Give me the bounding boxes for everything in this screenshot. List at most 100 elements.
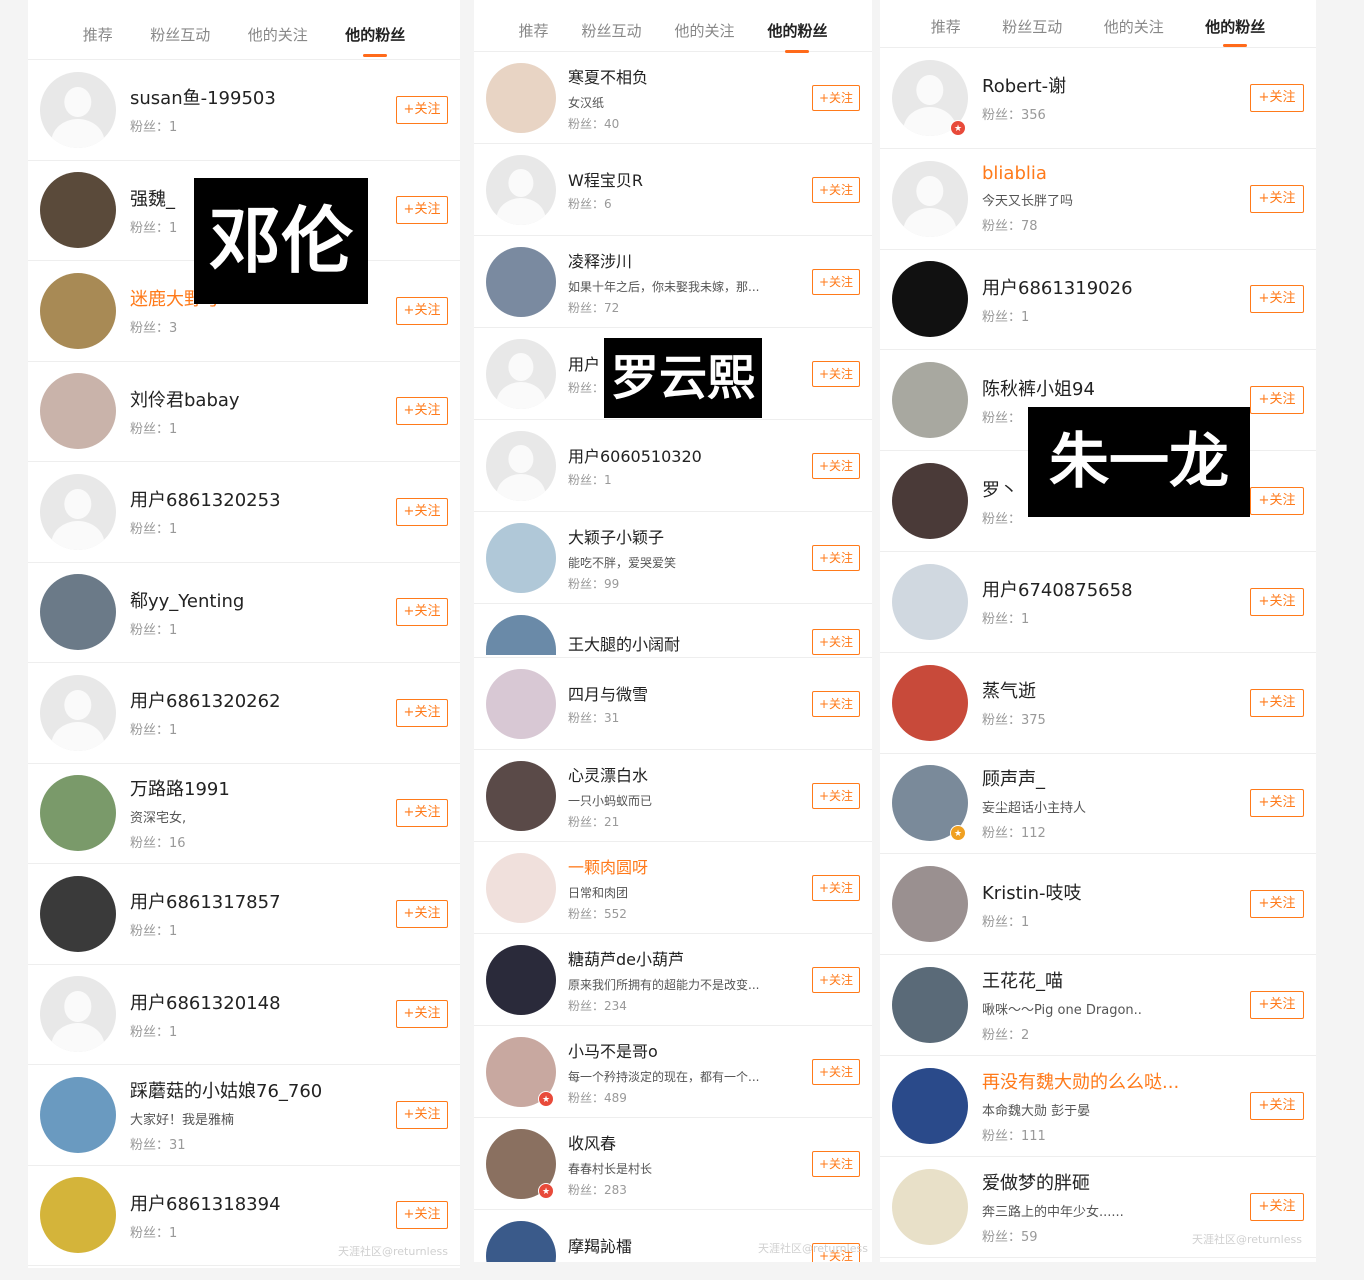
tab-0[interactable]: 推荐 xyxy=(83,14,113,45)
fan-name[interactable]: susan鱼-199503 xyxy=(130,84,388,110)
follow-button[interactable]: +关注 xyxy=(1250,991,1304,1020)
avatar[interactable] xyxy=(486,668,556,739)
follow-button[interactable]: +关注 xyxy=(396,397,448,426)
avatar[interactable] xyxy=(486,246,556,317)
fan-name[interactable]: 万路路1991 xyxy=(130,775,388,801)
fan-row[interactable]: bliablia 今天又长胖了吗 粉丝：78 +关注 xyxy=(880,149,1316,250)
follow-button[interactable]: +关注 xyxy=(396,196,448,225)
fan-row[interactable]: 用户6861320262 粉丝：1 +关注 xyxy=(28,663,460,764)
avatar[interactable] xyxy=(486,852,556,923)
avatar[interactable] xyxy=(40,775,116,852)
avatar[interactable] xyxy=(40,574,116,651)
fan-row[interactable]: 王大腿的小阔耐 +关注 xyxy=(474,604,872,658)
fan-name[interactable]: 一颗肉圆呀 xyxy=(568,854,812,878)
avatar[interactable] xyxy=(40,373,116,450)
tab-1[interactable]: 粉丝互动 xyxy=(150,14,210,45)
follow-button[interactable]: +关注 xyxy=(812,874,860,901)
fan-row[interactable]: susan鱼-199503 粉丝：1 +关注 xyxy=(28,60,460,161)
fan-row[interactable]: 大颖子小颖子 能吃不胖，爱哭爱笑 粉丝：99 +关注 xyxy=(474,512,872,604)
tab-2[interactable]: 他的关注 xyxy=(674,10,734,41)
fan-row[interactable]: 寒夏不相负 女汉纸 粉丝：40 +关注 xyxy=(474,52,872,144)
fan-name[interactable]: W程宝贝R xyxy=(568,167,812,191)
fan-row[interactable]: 刘伶君babay 粉丝：1 +关注 xyxy=(28,362,460,462)
fan-name[interactable]: 刘伶君babay xyxy=(130,386,388,412)
fan-name[interactable]: 用户6740875658 xyxy=(982,576,1250,602)
fan-name[interactable]: Kristin-吱吱 xyxy=(982,879,1250,905)
tab-1[interactable]: 粉丝互动 xyxy=(1002,10,1062,37)
fan-name[interactable]: 凌释涉川 xyxy=(568,248,812,272)
fan-row[interactable]: 踩蘑菇的小姑娘76_760 大家好！我是雅楠 粉丝：31 +关注 xyxy=(28,1065,460,1166)
avatar[interactable] xyxy=(892,866,968,943)
fan-name[interactable]: 用户6861320148 xyxy=(130,989,388,1015)
avatar[interactable] xyxy=(40,473,116,550)
fan-row[interactable]: 糖葫芦de小葫芦 原来我们所拥有的超能力不是改变... 粉丝：234 +关注 xyxy=(474,934,872,1026)
avatar[interactable] xyxy=(892,261,968,338)
tab-0[interactable]: 推荐 xyxy=(931,10,961,37)
fan-name[interactable]: 糖葫芦de小葫芦 xyxy=(568,946,812,970)
fan-row[interactable]: 蒸气逝 粉丝：375 +关注 xyxy=(880,653,1316,754)
avatar[interactable] xyxy=(40,1177,116,1254)
fan-row[interactable]: W程宝贝R 粉丝：6 +关注 xyxy=(474,144,872,236)
tab-2[interactable]: 他的关注 xyxy=(248,14,308,45)
avatar[interactable] xyxy=(40,272,116,349)
fan-row[interactable]: 用户6861320253 粉丝：1 +关注 xyxy=(28,462,460,563)
follow-button[interactable]: +关注 xyxy=(396,799,448,828)
fan-name[interactable]: 用户6861317857 xyxy=(130,888,388,914)
fan-row[interactable]: 王花花_喵 啾咪～～Pig one Dragon.. 粉丝：2 +关注 xyxy=(880,955,1316,1056)
avatar[interactable] xyxy=(486,430,556,501)
avatar[interactable] xyxy=(892,563,968,640)
follow-button[interactable]: +关注 xyxy=(812,452,860,479)
avatar[interactable] xyxy=(892,1067,968,1144)
fan-row[interactable]: 郗yy_Yenting 粉丝：1 +关注 xyxy=(28,563,460,663)
avatar[interactable] xyxy=(486,154,556,225)
follow-button[interactable]: +关注 xyxy=(1250,83,1304,112)
follow-button[interactable]: +关注 xyxy=(812,629,860,655)
follow-button[interactable]: +关注 xyxy=(812,544,860,571)
avatar[interactable] xyxy=(40,71,116,148)
fan-row[interactable]: Kristin-吱吱 粉丝：1 +关注 xyxy=(880,854,1316,956)
fan-name[interactable]: 再没有魏大勋的么么哒... xyxy=(982,1068,1250,1094)
avatar[interactable] xyxy=(40,172,116,249)
tab-2[interactable]: 他的关注 xyxy=(1104,10,1164,37)
avatar[interactable] xyxy=(892,1168,968,1245)
follow-button[interactable]: +关注 xyxy=(1250,285,1304,314)
avatar[interactable] xyxy=(892,664,968,741)
avatar[interactable] xyxy=(486,760,556,831)
follow-button[interactable]: +关注 xyxy=(812,966,860,993)
fan-name[interactable]: 用户6861319026 xyxy=(982,274,1250,300)
fan-row[interactable]: 万路路1991 资深宅女, 粉丝：16 +关注 xyxy=(28,764,460,864)
avatar[interactable] xyxy=(40,1076,116,1153)
follow-button[interactable]: +关注 xyxy=(812,360,860,387)
fan-row[interactable]: 用户6861320148 粉丝：1 +关注 xyxy=(28,965,460,1065)
fan-name[interactable]: 用户6861320253 xyxy=(130,486,388,512)
follow-button[interactable]: +关注 xyxy=(396,296,448,325)
avatar[interactable] xyxy=(892,362,968,439)
follow-button[interactable]: +关注 xyxy=(1250,386,1304,415)
fan-name[interactable]: 用户6861318394 xyxy=(130,1190,388,1216)
follow-button[interactable]: +关注 xyxy=(812,690,860,717)
follow-button[interactable]: +关注 xyxy=(1250,184,1304,213)
fan-row[interactable]: ★ Robert-谢 粉丝：356 +关注 xyxy=(880,48,1316,149)
fan-name[interactable]: 王花花_喵 xyxy=(982,967,1250,993)
fan-name[interactable]: 收风春 xyxy=(568,1130,812,1154)
follow-button[interactable]: +关注 xyxy=(396,899,448,928)
fan-row[interactable]: 四月与微雪 粉丝：31 +关注 xyxy=(474,658,872,750)
follow-button[interactable]: +关注 xyxy=(396,598,448,627)
avatar[interactable] xyxy=(892,160,968,237)
follow-button[interactable]: +关注 xyxy=(812,84,860,111)
follow-button[interactable]: +关注 xyxy=(1250,487,1304,516)
fan-name[interactable]: 用户6861320262 xyxy=(130,687,388,713)
fan-name[interactable]: 踩蘑菇的小姑娘76_760 xyxy=(130,1077,388,1103)
tab-3[interactable]: 他的粉丝 xyxy=(1205,10,1265,37)
fan-name[interactable]: 爱做梦的胖砸 xyxy=(982,1169,1250,1195)
follow-button[interactable]: +关注 xyxy=(1250,587,1304,616)
follow-button[interactable]: +关注 xyxy=(396,698,448,727)
fan-row[interactable]: 凌释涉川 如果十年之后，你未娶我未嫁，那... 粉丝：72 +关注 xyxy=(474,236,872,328)
avatar[interactable] xyxy=(892,463,968,540)
fan-row[interactable]: 用户6060510320 粉丝：1 +关注 xyxy=(474,420,872,512)
follow-button[interactable]: +关注 xyxy=(1250,1091,1304,1120)
fan-name[interactable]: 顾声声_ xyxy=(982,765,1250,791)
fan-name[interactable]: bliablia xyxy=(982,163,1250,184)
follow-button[interactable]: +关注 xyxy=(1250,688,1304,717)
fan-row[interactable]: 一颗肉圆呀 日常和肉团 粉丝：552 +关注 xyxy=(474,842,872,934)
